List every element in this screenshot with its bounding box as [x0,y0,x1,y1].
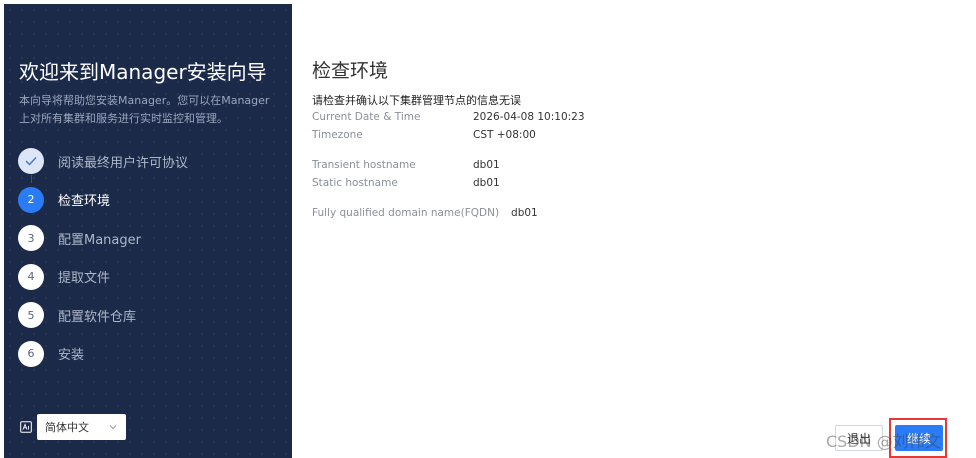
main-panel: 检查环境 请检查并确认以下集群管理节点的信息无误 Current Date & … [292,4,948,458]
step-extract-files[interactable]: 4 提取文件 [18,258,288,297]
step-eula[interactable]: 阅读最终用户许可协议 [18,142,288,183]
step-label: 配置软件仓库 [58,309,137,325]
annotation-highlight-box [889,418,947,458]
field-label: Transient hostname [312,159,416,171]
step-number: 3 [18,225,44,252]
field-label: Timezone [312,129,363,141]
language-switcher: 简体中文 [19,414,126,440]
step-configure-repository[interactable]: 5 配置软件仓库 [18,296,288,335]
step-number: 6 [18,340,44,367]
wizard-title: 欢迎来到Manager安装向导 [19,60,267,84]
step-check-environment[interactable]: 2 检查环境 [18,181,288,220]
page-subtitle: 请检查并确认以下集群管理节点的信息无误 [312,94,521,107]
language-icon [19,420,33,434]
field-value: db01 [473,159,500,171]
language-selected-value: 简体中文 [45,421,89,434]
step-number: 5 [18,302,44,329]
step-label: 提取文件 [58,271,111,287]
field-value: db01 [511,207,538,219]
installer-window: 欢迎来到Manager安装向导 本向导将帮助您安装Manager。您可以在Man… [4,4,948,458]
chevron-down-icon [108,422,118,432]
field-timezone: Timezone CST +08:00 [312,129,536,141]
step-install[interactable]: 6 安装 [18,335,288,374]
step-label: 阅读最终用户许可协议 [58,155,189,171]
wizard-description: 本向导将帮助您安装Manager。您可以在Manager上对所有集群和服务进行实… [19,94,270,125]
field-value: db01 [473,177,500,189]
step-number: 4 [18,263,44,290]
language-select[interactable]: 简体中文 [37,414,126,440]
page-title: 检查环境 [312,60,389,82]
wizard-steps: 阅读最终用户许可协议 2 检查环境 3 配置Manager 4 提取文件 5 配… [18,142,288,373]
step-number: 2 [18,186,44,213]
step-configure-manager[interactable]: 3 配置Manager [18,219,288,258]
field-current-date: Current Date & Time 2026-04-08 10:10:23 [312,111,585,123]
step-label: 检查环境 [58,194,111,210]
step-label: 配置Manager [58,232,141,248]
field-transient-hostname: Transient hostname db01 [312,159,500,171]
step-complete-check-icon [18,148,44,175]
field-label: Current Date & Time [312,111,421,123]
step-label: 安装 [58,348,85,364]
field-value: 2026-04-08 10:10:23 [473,111,585,123]
field-label: Fully qualified domain name(FQDN) [312,207,500,219]
exit-button[interactable]: 退出 [835,425,883,451]
sidebar: 欢迎来到Manager安装向导 本向导将帮助您安装Manager。您可以在Man… [4,4,292,458]
field-fqdn: Fully qualified domain name(FQDN) db01 [312,207,538,219]
field-static-hostname: Static hostname db01 [312,177,500,189]
field-label: Static hostname [312,177,398,189]
field-value: CST +08:00 [473,129,536,141]
